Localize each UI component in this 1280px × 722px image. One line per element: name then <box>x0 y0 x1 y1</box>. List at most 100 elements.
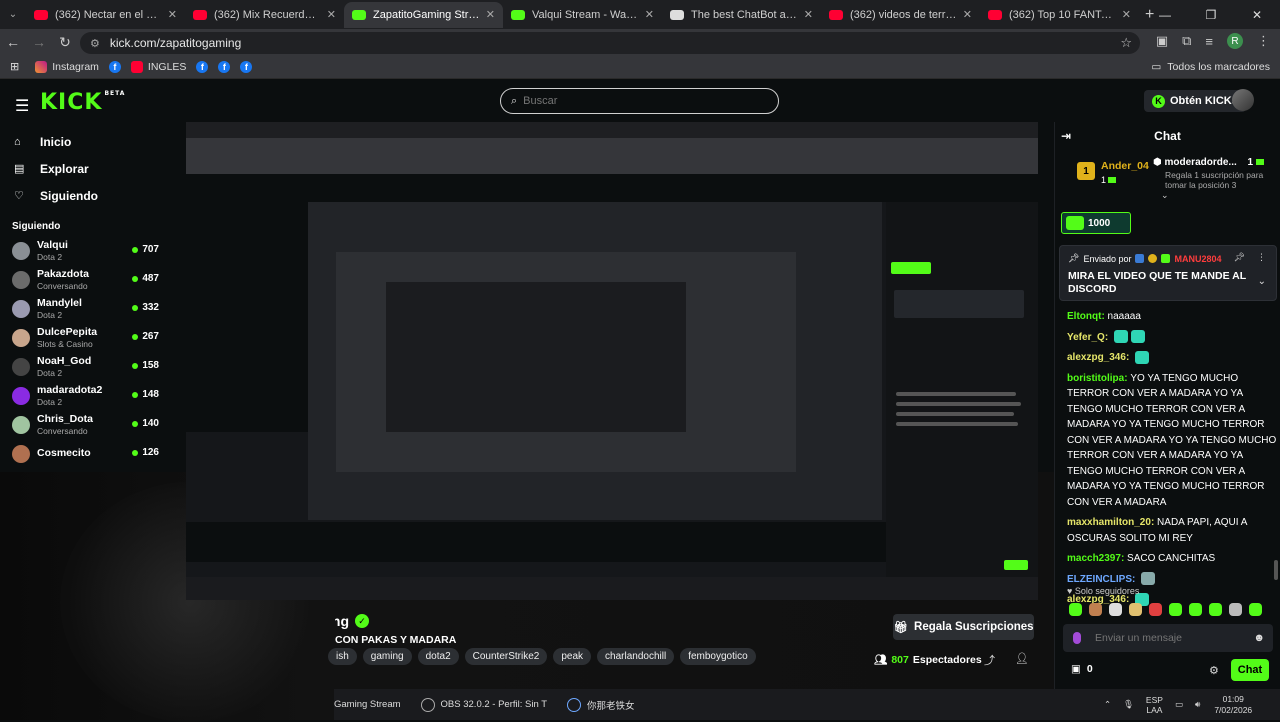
search-box[interactable]: ⌕ <box>500 88 779 114</box>
chat-message[interactable]: boristitolipa: YO YA TENGO MUCHO TERROR … <box>1067 371 1277 511</box>
all-bookmarks[interactable]: ▭ Todos los marcadores <box>1151 61 1270 73</box>
bookmark-facebook-2[interactable]: f <box>196 60 209 73</box>
close-window-icon[interactable]: ✕ <box>1234 8 1280 22</box>
chat-username[interactable]: macch2397 <box>1067 553 1121 564</box>
browser-tab[interactable]: (362) videos de terror dross - Y ✕ <box>821 2 980 28</box>
browser-tab[interactable]: (362) Mix Recuerdos - Son del M ✕ <box>185 2 344 28</box>
clock[interactable]: 01:09 7/02/2026 <box>1214 694 1252 716</box>
emote-icon[interactable] <box>1169 603 1182 616</box>
chevron-down-icon[interactable]: ⌄ <box>1258 276 1266 287</box>
video-player[interactable] <box>186 122 1038 600</box>
taskbar-item-stream[interactable]: Gaming Stream <box>334 699 401 710</box>
user-avatar[interactable] <box>1232 89 1254 111</box>
browser-tab[interactable]: The best ChatBot and Widgets ✕ <box>662 2 821 28</box>
browser-tab[interactable]: (362) Nectar en el Cielo/ capitulo ✕ <box>26 2 185 28</box>
profile-avatar[interactable]: R <box>1227 33 1243 49</box>
pinned-message[interactable]: 📌︎ Enviado por MANU2804 📌︎ ⋮ MIRA EL VID… <box>1059 245 1277 301</box>
close-tab-icon[interactable]: ✕ <box>1122 8 1131 21</box>
extensions-icon[interactable]: ⧉ <box>1182 33 1191 49</box>
close-tab-icon[interactable]: ✕ <box>963 8 972 21</box>
sidebar-nav-item[interactable]: ▤ Explorar <box>0 155 172 182</box>
media-icon[interactable]: ≡ <box>1205 34 1213 49</box>
emote-icon[interactable] <box>1149 603 1162 616</box>
gift-subs-button[interactable]: 🎁︎ Regala Suscripciones <box>893 614 1034 640</box>
chat-username[interactable]: maxxhamilton_20 <box>1067 517 1151 528</box>
page-scrollbar[interactable] <box>1274 560 1278 580</box>
browser-tab[interactable]: Valqui Stream - Watch Live on K ✕ <box>503 2 662 28</box>
leader-name[interactable]: Ander_04 <box>1101 160 1149 172</box>
chat-message[interactable]: Eltonqt: naaaaa <box>1067 309 1277 325</box>
followed-channel[interactable]: Valqui Dota 2 707 <box>0 236 172 265</box>
chat-username[interactable]: ELZEINCLIPS <box>1067 574 1132 585</box>
emote-icon[interactable] <box>1189 603 1202 616</box>
send-chat-button[interactable]: Chat <box>1231 659 1269 681</box>
chat-username[interactable]: Eltonqt <box>1067 311 1101 322</box>
expand-leaderboard-icon[interactable]: ⌄ <box>1161 190 1169 201</box>
taskbar-item-app[interactable]: 你那老铁女 <box>567 697 635 712</box>
emote-icon[interactable] <box>1089 603 1102 616</box>
stream-tag[interactable]: CounterStrike2 <box>464 648 548 665</box>
sidebar-nav-item[interactable]: ♡ Siguiendo <box>0 182 172 209</box>
reload-icon[interactable]: ↻ <box>52 34 78 51</box>
moderator-entry[interactable]: ⬢ moderadorde... 1 <box>1153 157 1264 168</box>
restore-icon[interactable]: ❐ <box>1188 8 1234 22</box>
close-tab-icon[interactable]: ✕ <box>168 8 177 21</box>
followed-channel[interactable]: Chris_Dota Conversando 140 <box>0 410 172 439</box>
microphone-icon[interactable] <box>1073 632 1081 644</box>
followed-channel[interactable]: Cosmecito 126 <box>0 439 172 468</box>
emote-icon[interactable] <box>1249 603 1262 616</box>
chat-input[interactable] <box>1095 632 1235 644</box>
network-icon[interactable]: ▭ <box>1175 699 1183 710</box>
chat-input-box[interactable]: ☻ <box>1063 624 1273 652</box>
collapse-chat-icon[interactable]: ⇥ <box>1061 129 1071 143</box>
stream-tag[interactable]: charlandochill <box>597 648 675 665</box>
menu-icon[interactable]: ⋮ <box>1257 33 1270 49</box>
channel-points[interactable]: ▣ 0 <box>1071 663 1093 675</box>
bookmark-facebook[interactable]: f <box>108 60 121 73</box>
url-field[interactable]: ⚙ kick.com/zapatitogaming ☆ <box>80 32 1140 54</box>
hamburger-menu-icon[interactable]: ☰ <box>15 96 29 116</box>
close-tab-icon[interactable]: ✕ <box>645 8 654 21</box>
stream-tag[interactable]: peak <box>553 648 592 665</box>
stream-tag[interactable]: gaming <box>362 648 412 665</box>
bookmark-instagram[interactable]: Instagram <box>35 60 99 73</box>
search-input[interactable] <box>523 95 754 107</box>
kicks-pill[interactable]: 1000 <box>1061 212 1131 234</box>
bookmark-facebook-4[interactable]: f <box>240 60 253 73</box>
unpin-icon[interactable]: 📌︎ <box>1234 252 1245 263</box>
emote-icon[interactable] <box>1109 603 1122 616</box>
tab-search-icon[interactable]: ⌄ <box>0 4 26 26</box>
emote-icon[interactable] <box>1069 603 1082 616</box>
emote-icon[interactable] <box>1229 603 1242 616</box>
close-tab-icon[interactable]: ✕ <box>486 8 495 21</box>
chat-username[interactable]: boristitolipa <box>1067 373 1124 384</box>
chat-message[interactable]: maxxhamilton_20: NADA PAPI, AQUI A OSCUR… <box>1067 515 1277 546</box>
emote-icon[interactable] <box>1209 603 1222 616</box>
emote-icon[interactable] <box>1129 603 1142 616</box>
stream-tag[interactable]: ish <box>328 648 357 665</box>
apps-icon[interactable]: ⊞ <box>10 60 19 73</box>
browser-tab[interactable]: ZapatitoGaming Stream - Watch ✕ <box>344 1 503 28</box>
followed-channel[interactable]: DulcePepita Slots & Casino 267 <box>0 323 172 352</box>
minimize-icon[interactable]: — <box>1142 8 1188 22</box>
forward-icon[interactable]: → <box>26 34 52 50</box>
tray-chevron-icon[interactable]: ⌃ <box>1104 699 1111 710</box>
followed-channel[interactable]: Pakazdota Conversando 487 <box>0 265 172 294</box>
cast-icon[interactable]: ▣ <box>1156 33 1168 49</box>
emoji-picker-icon[interactable]: ☻ <box>1253 632 1265 644</box>
followed-channel[interactable]: madaradota2 Dota 2 148 <box>0 381 172 410</box>
bookmark-ingles[interactable]: INGLES <box>130 60 186 73</box>
follow-user-icon[interactable]: 👤︎ <box>1015 652 1029 668</box>
close-tab-icon[interactable]: ✕ <box>327 8 336 21</box>
kick-logo[interactable]: KICK BETA <box>40 90 125 115</box>
chat-username[interactable]: Yefer_Q <box>1067 332 1105 343</box>
more-options-icon[interactable]: ⋮ <box>1257 252 1266 263</box>
back-icon[interactable]: ← <box>0 34 26 50</box>
followed-channel[interactable]: Mandylel Dota 2 332 <box>0 294 172 323</box>
chat-settings-icon[interactable]: ⚙ <box>1209 664 1219 677</box>
chat-message[interactable]: Yefer_Q: <box>1067 330 1277 346</box>
stream-tag[interactable]: dota2 <box>417 648 459 665</box>
microphone-icon[interactable]: 🎙︎ <box>1123 699 1134 710</box>
chat-message[interactable]: macch2397: SACO CANCHITAS <box>1067 551 1277 567</box>
chat-username[interactable]: alexzpg_346 <box>1067 352 1126 363</box>
